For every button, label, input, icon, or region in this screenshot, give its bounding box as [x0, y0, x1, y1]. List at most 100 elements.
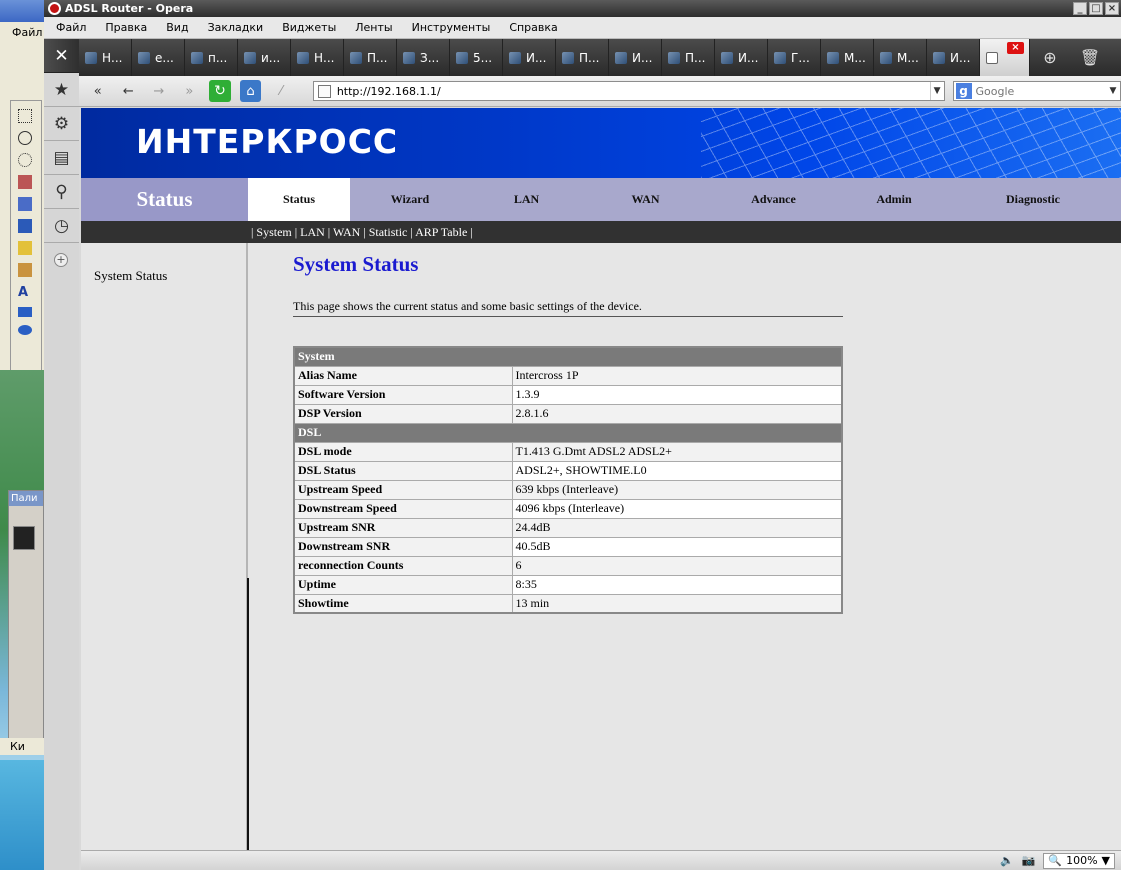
nav-diagnostic[interactable]: Diagnostic	[949, 178, 1117, 221]
tab-label: И...	[526, 50, 547, 65]
tab[interactable]: И...	[503, 39, 556, 76]
url-dropdown-icon[interactable]: ▼	[929, 82, 944, 100]
select-tool-icon[interactable]	[18, 109, 32, 123]
bookmarks-panel-icon[interactable]: ★	[44, 73, 79, 107]
tab-favicon-icon	[191, 51, 203, 64]
back-icon[interactable]: ←	[118, 80, 140, 102]
paint-tool-icon[interactable]	[18, 197, 32, 211]
menu-bookmarks[interactable]: Закладки	[208, 21, 264, 34]
primary-color-swatch[interactable]	[13, 526, 35, 550]
settings-panel-icon[interactable]: ⚙	[44, 107, 79, 141]
subnav-links[interactable]: | System | LAN | WAN | Statistic | ARP T…	[251, 225, 473, 239]
stamp-tool-icon[interactable]	[18, 263, 32, 277]
tab[interactable]: и...	[238, 39, 291, 76]
menu-help[interactable]: Справка	[509, 21, 557, 34]
nav-admin[interactable]: Admin	[839, 178, 949, 221]
text-tool-icon[interactable]: A	[18, 285, 32, 300]
nav-status[interactable]: Status	[248, 178, 350, 221]
maximize-button[interactable]: □	[1089, 2, 1103, 15]
ellipse-select-icon[interactable]	[18, 153, 32, 167]
address-bar: « ← → » ↻ ⌂ ⁄ ▼ g ▼	[79, 76, 1121, 107]
tools-panel-icon[interactable]: ✕	[44, 39, 79, 73]
wand-tool-icon[interactable]	[18, 175, 32, 189]
tab[interactable]: И...	[715, 39, 768, 76]
tab[interactable]: 5...	[450, 39, 503, 76]
tab-label: П...	[367, 50, 388, 65]
tab-favicon-icon	[880, 51, 892, 64]
search-input[interactable]	[975, 84, 1107, 98]
tab[interactable]: Г...	[768, 39, 821, 76]
menu-view[interactable]: Вид	[166, 21, 188, 34]
tab[interactable]: М...	[874, 39, 927, 76]
history-panel-icon[interactable]: ◷	[44, 209, 79, 243]
tab[interactable]: п...	[185, 39, 238, 76]
background-app-menu[interactable]: Файл	[0, 22, 44, 44]
table-row: Downstream Speed 4096 kbps (Interleave)	[293, 498, 843, 519]
search-dropdown-icon[interactable]: ▼	[1106, 86, 1120, 96]
nav-advance[interactable]: Advance	[708, 178, 839, 221]
tab[interactable]: Н...	[291, 39, 344, 76]
row-value: 2.8.1.6	[511, 403, 843, 424]
minimize-button[interactable]: _	[1073, 2, 1087, 15]
tab[interactable]: И...	[927, 39, 980, 76]
transfers-panel-icon[interactable]: ⚲	[44, 175, 79, 209]
menu-edit[interactable]: Правка	[105, 21, 147, 34]
tab-label: Г...	[791, 50, 810, 65]
row-value: 8:35	[511, 574, 843, 595]
help-label[interactable]: Ки	[0, 738, 44, 755]
zoom-dropdown-icon[interactable]: ▼	[1102, 854, 1110, 867]
tab[interactable]: П...	[344, 39, 397, 76]
forward-icon[interactable]: →	[148, 80, 170, 102]
tab[interactable]: Н...	[79, 39, 132, 76]
tab[interactable]: И...	[609, 39, 662, 76]
window-title: ADSL Router - Opera	[65, 2, 194, 15]
close-tab-icon[interactable]: ×	[1007, 42, 1024, 54]
row-key: DSL Status	[293, 460, 513, 481]
fast-forward-icon[interactable]: »	[179, 80, 201, 102]
menu-widgets[interactable]: Виджеты	[282, 21, 336, 34]
table-row: Uptime 8:35	[293, 574, 843, 595]
tab[interactable]: П...	[662, 39, 715, 76]
brush-tool-icon[interactable]	[18, 219, 32, 233]
search-field-container: g ▼	[952, 81, 1121, 101]
nav-wizard[interactable]: Wizard	[350, 178, 470, 221]
tab-label: п...	[208, 50, 228, 65]
tab-label: Н...	[314, 50, 335, 65]
brand-logo: ИНТЕРКРОСС	[136, 122, 399, 161]
left-menu-system-status[interactable]: System Status	[94, 268, 167, 284]
google-icon[interactable]: g	[955, 83, 972, 99]
camera-icon[interactable]: 📷	[1022, 854, 1036, 867]
table-row: DSP Version 2.8.1.6	[293, 403, 843, 424]
tab-favicon-icon	[244, 51, 256, 64]
menu-file[interactable]: Файл	[56, 21, 86, 34]
windows-panel-icon[interactable]: ▤	[44, 141, 79, 175]
reload-icon[interactable]: ↻	[209, 80, 231, 102]
new-tab-icon[interactable]: ⊕	[1030, 39, 1070, 76]
tab[interactable]: П...	[556, 39, 609, 76]
pencil-tool-icon[interactable]	[18, 241, 32, 255]
zoom-control[interactable]: 🔍 100% ▼	[1043, 852, 1115, 869]
page-title: System Status	[293, 252, 419, 276]
url-input[interactable]	[336, 84, 930, 98]
tab-favicon-icon	[350, 51, 362, 64]
rectangle-tool-icon[interactable]	[18, 307, 32, 317]
row-key: Showtime	[293, 593, 513, 614]
close-window-button[interactable]: ×	[1105, 2, 1119, 15]
tab-favicon-icon	[85, 51, 97, 64]
rewind-icon[interactable]: «	[87, 80, 109, 102]
ellipse-tool-icon[interactable]	[18, 325, 32, 335]
menu-tools[interactable]: Инструменты	[412, 21, 491, 34]
tab[interactable]: З...	[397, 39, 450, 76]
speaker-icon[interactable]: 🔈	[1000, 854, 1014, 867]
trash-icon[interactable]: 🗑	[1070, 39, 1110, 76]
menu-feeds[interactable]: Ленты	[355, 21, 392, 34]
lasso-tool-icon[interactable]	[18, 131, 32, 145]
add-panel-icon[interactable]: +	[54, 253, 68, 267]
tab[interactable]: е...	[132, 39, 185, 76]
wand-icon[interactable]: ⁄	[270, 80, 292, 102]
page-info-icon[interactable]	[317, 84, 331, 98]
home-icon[interactable]: ⌂	[239, 80, 262, 102]
nav-wan[interactable]: WAN	[583, 178, 708, 221]
nav-lan[interactable]: LAN	[470, 178, 583, 221]
tab[interactable]: М...	[821, 39, 874, 76]
